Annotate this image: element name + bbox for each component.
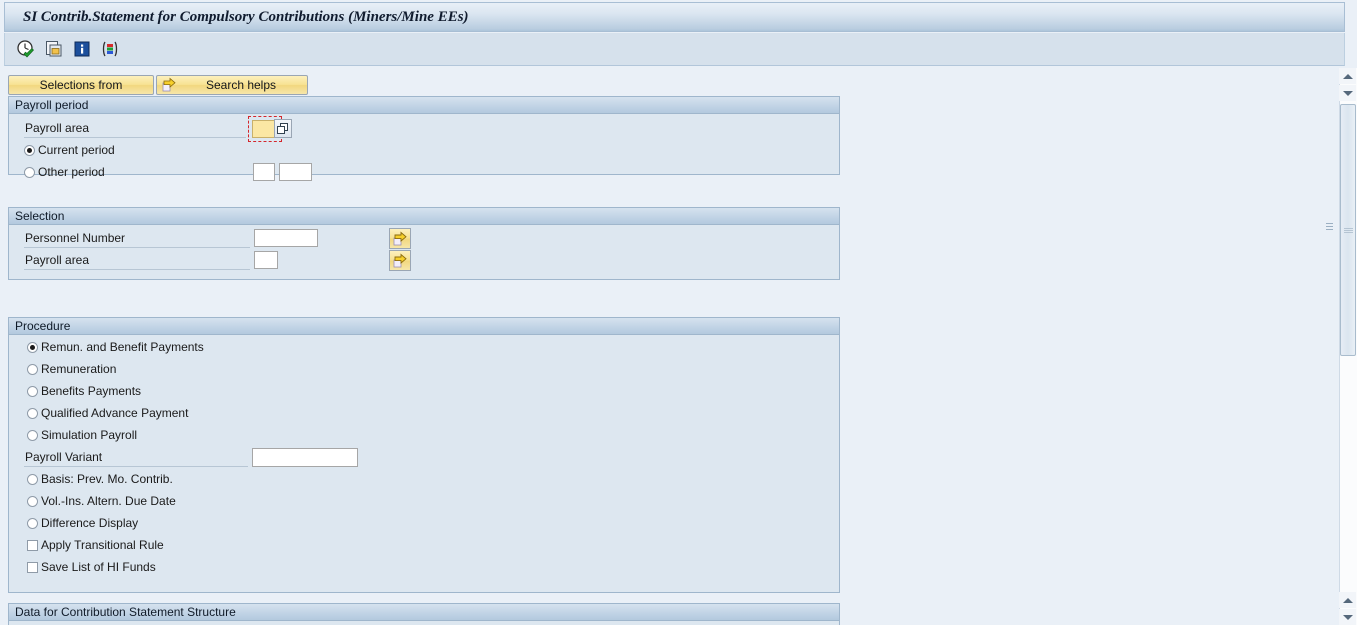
checkbox-save-list-of-hi-funds-label: Save List of HI Funds [41, 560, 156, 574]
radio-qualified-advance-payment-dot [27, 407, 38, 419]
radio-benefits-payments[interactable]: Benefits Payments [27, 384, 141, 398]
radio-remuneration[interactable]: Remuneration [27, 362, 116, 376]
radio-current-period-label: Current period [38, 143, 115, 157]
execute-clock-icon[interactable] [15, 38, 37, 60]
radio-remun-and-benefit-payments-label: Remun. and Benefit Payments [41, 340, 204, 354]
radio-basis-prev-mo-contrib-dot [27, 473, 38, 485]
tab-selections-from-label: Selections from [39, 78, 123, 92]
radio-basis-prev-mo-contrib-label: Basis: Prev. Mo. Contrib. [41, 472, 173, 486]
variant-icon[interactable] [99, 38, 121, 60]
radio-qualified-advance-payment[interactable]: Qualified Advance Payment [27, 406, 188, 420]
other-period-input-1[interactable] [253, 163, 275, 181]
radio-simulation-payroll-dot [27, 429, 38, 441]
scroll-up-arrow-top[interactable] [1339, 68, 1356, 84]
radio-benefits-payments-dot [27, 385, 38, 397]
chevron-up-icon-bottom [1342, 597, 1353, 603]
toolbar-icon-group [15, 38, 121, 60]
group-payroll-period-body: Payroll area Current period Other period [9, 114, 839, 181]
group-payroll-period: Payroll period Payroll area Current peri… [8, 96, 840, 181]
page-title: SI Contrib.Statement for Compulsory Cont… [23, 9, 469, 25]
radio-qualified-advance-payment-label: Qualified Advance Payment [41, 406, 189, 420]
group-selection: Selection Personnel Number Payroll area [8, 207, 840, 280]
checkbox-save-list-of-hi-funds-box [27, 561, 38, 573]
group-statement-structure: Data for Contribution Statement Structur… [8, 603, 840, 625]
tab-selections-from[interactable]: Selections from [8, 75, 154, 95]
radio-remuneration-dot [27, 363, 38, 375]
personnel-number-input[interactable] [254, 229, 318, 247]
radio-vol-ins-altern-due-date-dot [27, 495, 38, 507]
radio-other-period[interactable]: Other period [24, 165, 105, 179]
yellow-arrow-icon [161, 77, 177, 93]
group-selection-body: Personnel Number Payroll area [9, 225, 839, 278]
scrollbar-thumb[interactable] [1340, 104, 1356, 356]
radio-simulation-payroll[interactable]: Simulation Payroll [27, 428, 137, 442]
window-title-bar: SI Contrib.Statement for Compulsory Cont… [4, 2, 1345, 32]
payroll-area-selection-label: Payroll area [24, 252, 250, 270]
radio-remun-and-benefit-payments[interactable]: Remun. and Benefit Payments [27, 340, 204, 354]
tab-search-helps-label: Search helps [205, 78, 277, 92]
group-procedure: Procedure Remun. and Benefit Payments Re… [8, 317, 840, 593]
payroll-area-multiple-selection-button[interactable] [389, 250, 411, 271]
radio-benefits-payments-label: Benefits Payments [41, 384, 142, 398]
group-statement-structure-body [9, 621, 839, 625]
radio-current-period-dot [24, 144, 35, 156]
radio-current-period[interactable]: Current period [24, 143, 115, 157]
radio-vol-ins-altern-due-date[interactable]: Vol.-Ins. Altern. Due Date [27, 494, 176, 508]
scroll-up-arrow-bottom[interactable] [1339, 592, 1356, 608]
chevron-up-icon [1342, 73, 1353, 79]
personnel-number-label: Personnel Number [24, 230, 250, 248]
info-icon[interactable] [71, 38, 93, 60]
radio-remun-and-benefit-payments-dot [27, 341, 38, 353]
radio-other-period-label: Other period [38, 165, 105, 179]
radio-vol-ins-altern-due-date-label: Vol.-Ins. Altern. Due Date [41, 494, 176, 508]
personnel-number-multiple-selection-button[interactable] [389, 228, 411, 249]
splitter-grip-icon [1326, 223, 1333, 232]
chevron-down-icon-bottom [1342, 614, 1353, 620]
radio-difference-display-dot [27, 517, 38, 529]
radio-other-period-dot [24, 166, 35, 178]
group-payroll-period-title: Payroll period [9, 97, 839, 114]
payroll-variant-label: Payroll Variant [24, 449, 248, 467]
group-procedure-title: Procedure [9, 318, 839, 335]
vertical-scrollbar[interactable] [1320, 68, 1357, 625]
copy-icon[interactable] [43, 38, 65, 60]
other-period-input-2[interactable] [279, 163, 312, 181]
radio-basis-prev-mo-contrib[interactable]: Basis: Prev. Mo. Contrib. [27, 472, 173, 486]
tab-search-helps[interactable]: Search helps [156, 75, 308, 95]
group-procedure-body: Remun. and Benefit Payments Remuneration… [9, 335, 839, 591]
scrollbar-thumb-grip [1344, 228, 1353, 234]
radio-remuneration-label: Remuneration [41, 362, 117, 376]
payroll-area-search-help-button[interactable] [274, 119, 292, 138]
checkbox-save-list-of-hi-funds[interactable]: Save List of HI Funds [27, 560, 156, 574]
application-toolbar: © www.tutorialkart.com [4, 33, 1345, 95]
radio-difference-display-label: Difference Display [41, 516, 139, 530]
chevron-down-icon [1342, 90, 1353, 96]
group-statement-structure-title: Data for Contribution Statement Structur… [9, 604, 839, 621]
scroll-down-arrow-bottom[interactable] [1339, 609, 1356, 625]
group-selection-title: Selection [9, 208, 839, 225]
payroll-area-selection-input[interactable] [254, 251, 278, 269]
checkbox-apply-transitional-rule-box [27, 539, 38, 551]
radio-simulation-payroll-label: Simulation Payroll [41, 428, 138, 442]
tab-button-row: Selections from Search helps [8, 75, 308, 95]
checkbox-apply-transitional-rule[interactable]: Apply Transitional Rule [27, 538, 164, 552]
checkbox-apply-transitional-rule-label: Apply Transitional Rule [41, 538, 164, 552]
radio-difference-display[interactable]: Difference Display [27, 516, 138, 530]
selection-screen-content: Selections from Search helps Payroll per… [0, 68, 1320, 625]
payroll-variant-input[interactable] [252, 448, 358, 467]
sap-transaction-screen: SI Contrib.Statement for Compulsory Cont… [0, 0, 1357, 625]
payroll-area-label: Payroll area [24, 120, 246, 138]
scroll-down-arrow-top[interactable] [1339, 85, 1356, 101]
